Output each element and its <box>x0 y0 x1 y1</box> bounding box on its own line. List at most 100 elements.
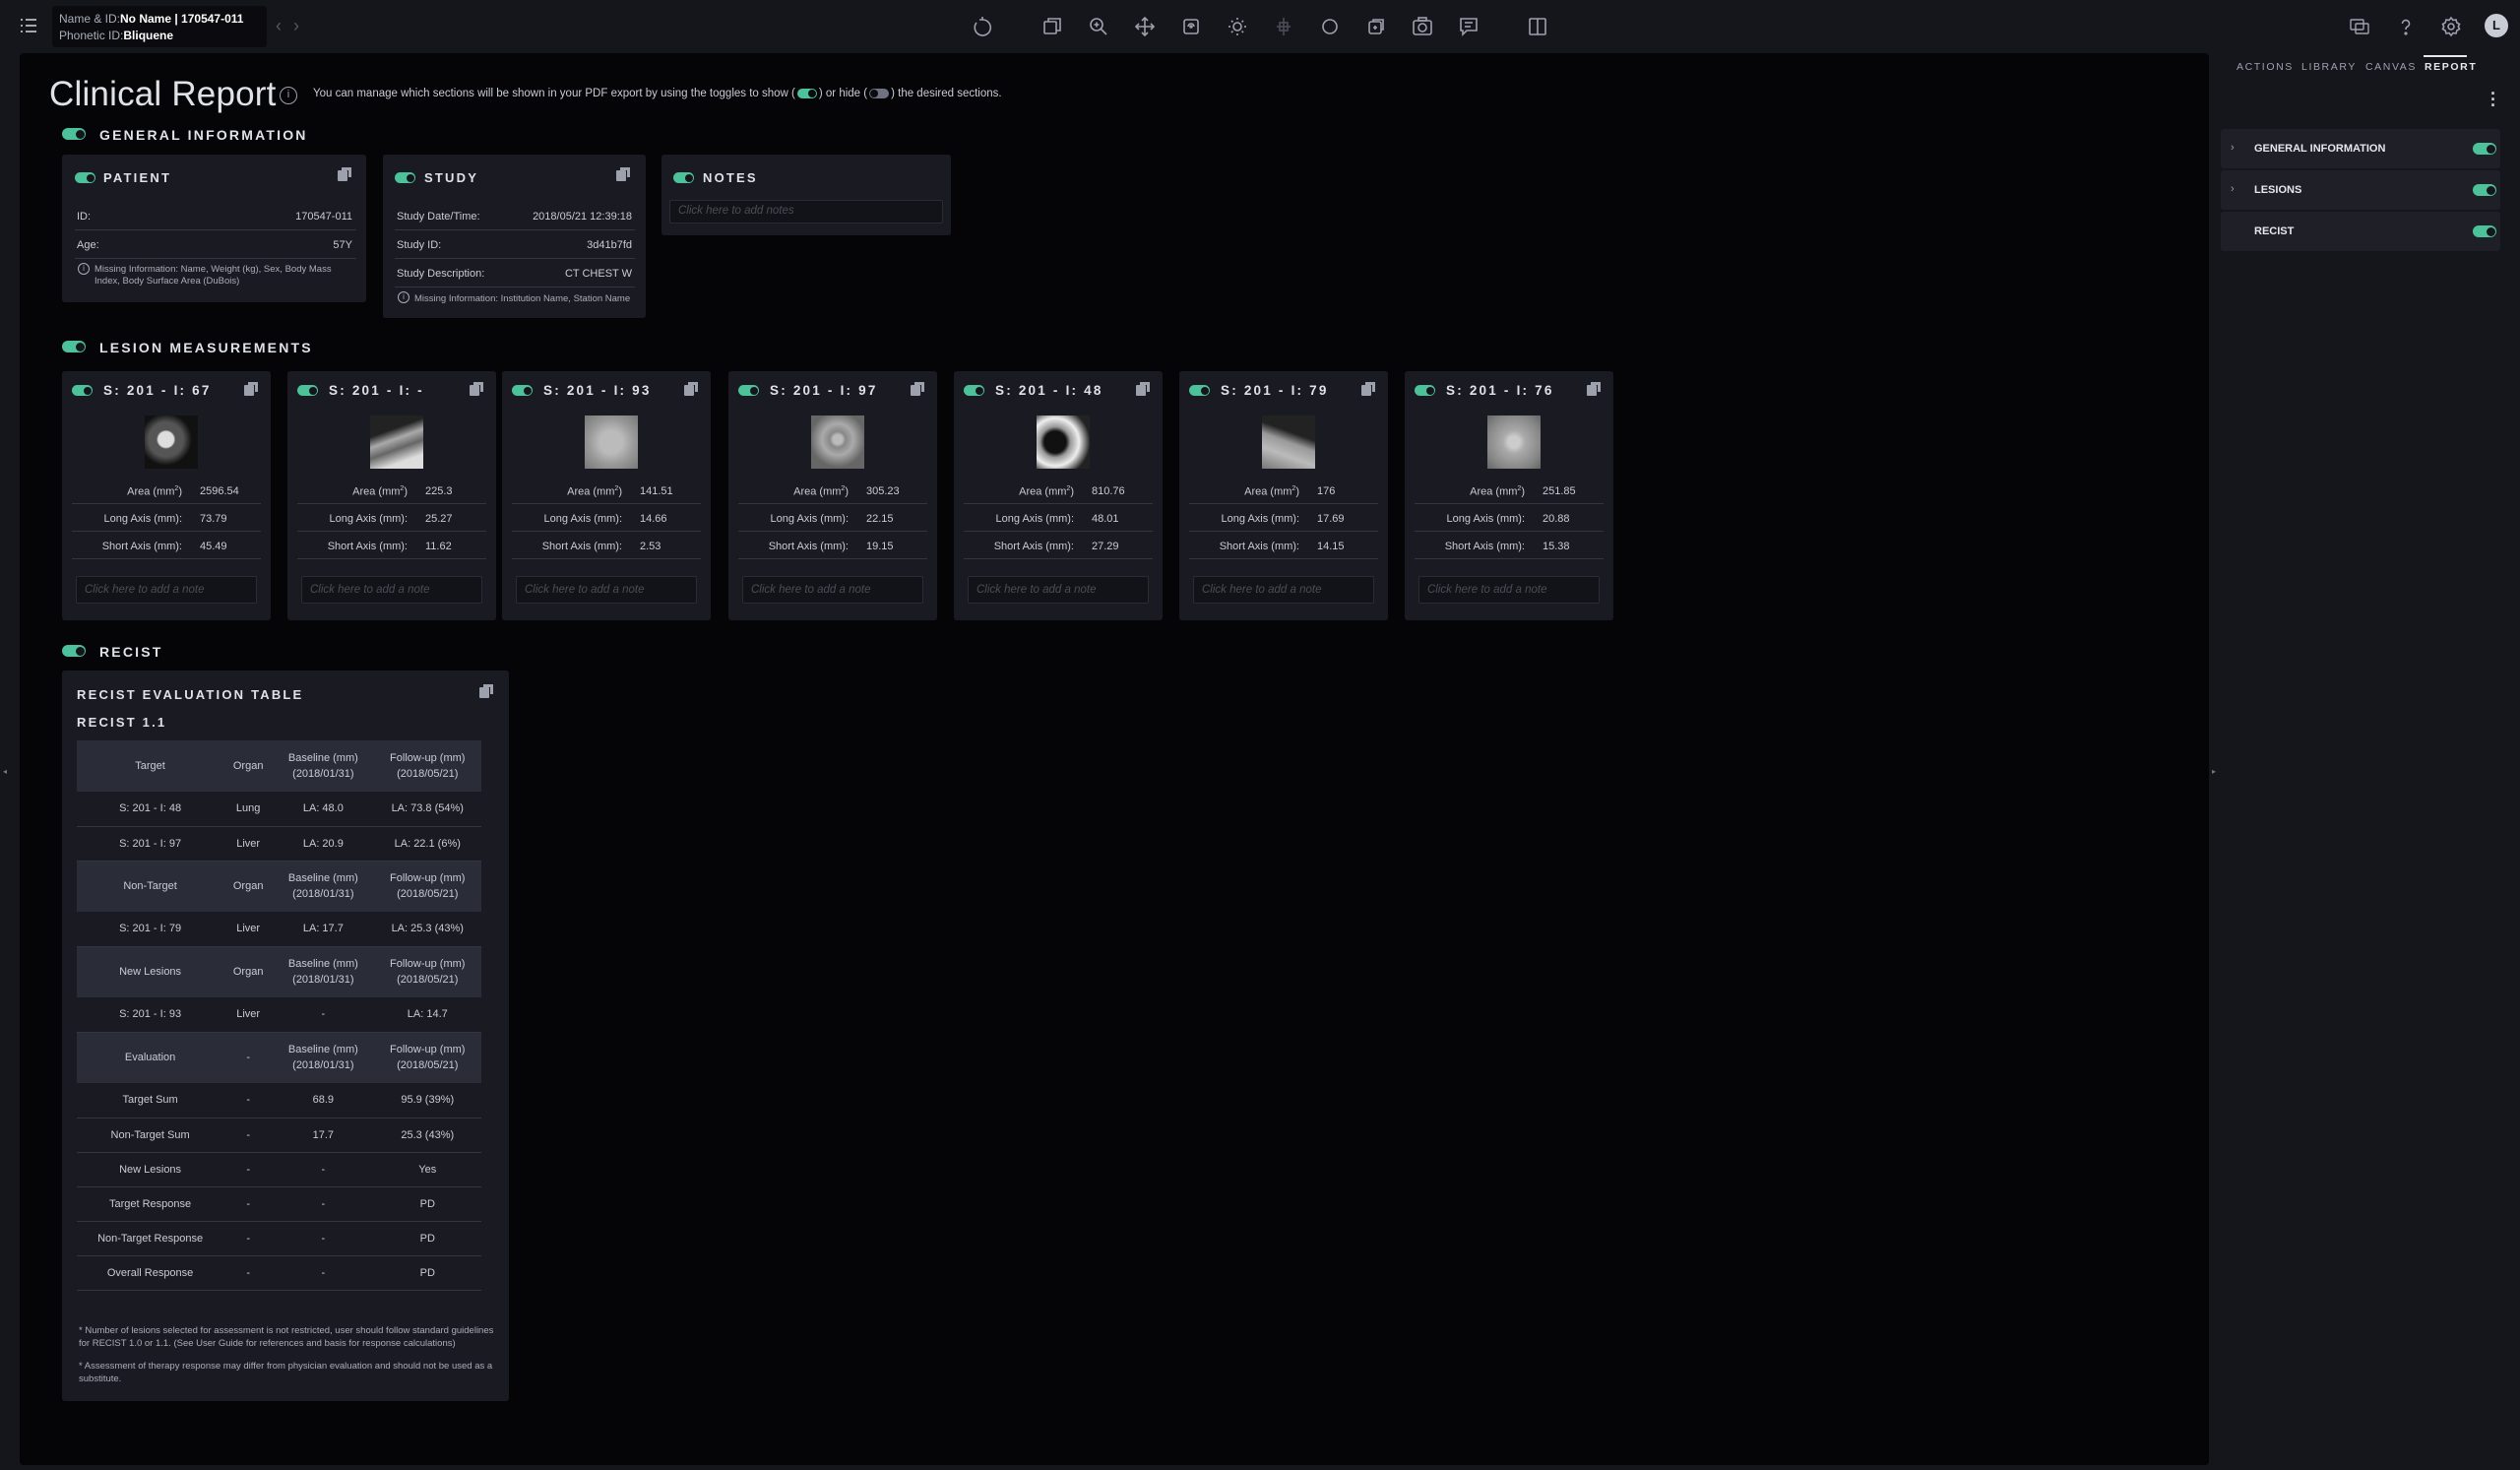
short-axis-value: 27.29 <box>1092 541 1119 552</box>
lesion-note-input[interactable]: Click here to add a note <box>1193 576 1374 604</box>
lesion-thumbnail[interactable] <box>1487 415 1541 469</box>
table-cell: Liver <box>223 826 274 862</box>
copy-icon[interactable] <box>478 683 494 699</box>
study-date-label: Study Date/Time: <box>397 211 480 223</box>
lesion-note-input[interactable]: Click here to add a note <box>742 576 923 604</box>
baseline-label: Baseline (mm) <box>287 958 358 971</box>
notes-input[interactable]: Click here to add notes <box>669 200 943 224</box>
table-cell: PD <box>373 1221 481 1256</box>
divider <box>75 229 356 230</box>
reset-icon[interactable] <box>971 15 994 38</box>
notes-toggle[interactable] <box>673 172 694 183</box>
lesion-toggle[interactable] <box>738 385 759 396</box>
link-icon[interactable] <box>1364 15 1388 38</box>
long-axis-label: Long Axis (mm): <box>543 513 622 525</box>
general-info-toggle[interactable] <box>62 128 86 140</box>
recist-toggle[interactable] <box>62 645 86 657</box>
followup-label: Follow-up (mm) <box>390 752 466 764</box>
tab-library[interactable]: LIBRARY <box>2301 61 2357 73</box>
pan-icon[interactable] <box>1133 15 1157 38</box>
copy-icon[interactable] <box>683 381 699 397</box>
rp-recist-toggle[interactable] <box>2473 225 2496 237</box>
lesion-note-input[interactable]: Click here to add a note <box>76 576 257 604</box>
table-cell: LA: 20.9 <box>273 826 374 862</box>
lesion-toggle[interactable] <box>1189 385 1210 396</box>
lesion-note-input[interactable]: Click here to add a note <box>516 576 697 604</box>
copy-icon[interactable] <box>337 166 352 182</box>
lesion-note-input[interactable]: Click here to add a note <box>301 576 482 604</box>
right-panel-handle[interactable]: ▸ <box>2209 53 2223 1465</box>
copy-icon[interactable] <box>1586 381 1602 397</box>
comment-icon[interactable] <box>1457 15 1480 38</box>
study-date-value: 2018/05/21 12:39:18 <box>533 211 632 223</box>
ellipse-icon[interactable] <box>1318 15 1342 38</box>
lesion-toggle[interactable] <box>512 385 533 396</box>
table-cell: S: 201 - I: 97 <box>77 826 224 862</box>
lesion-thumbnail[interactable] <box>585 415 638 469</box>
rp-general-info-toggle[interactable] <box>2473 143 2496 155</box>
table-cell: 17.7 <box>273 1118 374 1153</box>
menu-icon[interactable] <box>18 15 39 36</box>
baseline-label: Baseline (mm) <box>287 752 358 764</box>
settings-icon[interactable] <box>2439 15 2463 38</box>
lesion-toggle[interactable] <box>1415 385 1435 396</box>
left-panel-handle[interactable]: ◂ <box>0 53 14 1465</box>
lesion-toggle[interactable] <box>72 385 93 396</box>
patient-toggle[interactable] <box>75 172 95 183</box>
tab-actions[interactable]: ACTIONS <box>2236 61 2294 73</box>
more-options-icon[interactable]: · · · <box>2490 85 2498 114</box>
long-axis-value: 14.66 <box>640 513 667 525</box>
tab-report[interactable]: REPORT <box>2425 61 2477 73</box>
info-icon[interactable]: i <box>280 87 297 104</box>
lesion-thumbnail[interactable] <box>1037 415 1090 469</box>
brightness-icon[interactable] <box>1226 15 1249 38</box>
user-avatar[interactable]: L <box>2485 14 2508 37</box>
lesion-thumbnail[interactable] <box>145 415 198 469</box>
chevron-right-icon[interactable]: › <box>293 16 311 36</box>
lesion-note-input[interactable]: Click here to add a note <box>1418 576 1600 604</box>
camera-icon[interactable] <box>1411 15 1434 38</box>
study-desc-label: Study Description: <box>397 268 485 280</box>
lesion-toggle[interactable] <box>297 385 318 396</box>
lesion-thumbnail[interactable] <box>1262 415 1315 469</box>
table-cell: LA: 48.0 <box>273 792 374 827</box>
layers-icon[interactable] <box>1040 15 1064 38</box>
table-header-row: New Lesions Organ Baseline (mm) (2018/01/31… <box>77 946 481 997</box>
table-cell: Non-Target Response <box>77 1221 224 1256</box>
long-axis-value: 73.79 <box>200 513 227 525</box>
chat-icon[interactable] <box>2348 15 2371 38</box>
crosshair-icon[interactable] <box>1272 15 1295 38</box>
lesion-area-row: Area (mm2) 305.23 <box>738 477 927 504</box>
rotate-icon[interactable] <box>1179 15 1203 38</box>
zoom-icon[interactable] <box>1087 15 1110 38</box>
rp-lesions-toggle[interactable] <box>2473 184 2496 196</box>
header-cell: Baseline (mm) (2018/01/31) <box>273 1032 374 1083</box>
help-icon[interactable] <box>2394 15 2418 38</box>
lesion-thumbnail[interactable] <box>370 415 423 469</box>
lesion-note-input[interactable]: Click here to add a note <box>968 576 1149 604</box>
page-title: Clinical Report <box>49 75 277 113</box>
table-header-row: Evaluation - Baseline (mm) (2018/01/31) Foll… <box>77 1032 481 1083</box>
copy-icon[interactable] <box>469 381 484 397</box>
lesion-thumbnail[interactable] <box>811 415 864 469</box>
copy-icon[interactable] <box>615 166 631 182</box>
copy-icon[interactable] <box>243 381 259 397</box>
copy-icon[interactable] <box>1135 381 1151 397</box>
copy-icon[interactable] <box>910 381 925 397</box>
rp-item-recist[interactable]: RECIST <box>2221 212 2500 251</box>
copy-icon[interactable] <box>1360 381 1376 397</box>
rp-item-lesions[interactable]: › LESIONS <box>2221 170 2500 210</box>
tab-canvas[interactable]: CANVAS <box>2365 61 2417 73</box>
rp-item-general-info[interactable]: › GENERAL INFORMATION <box>2221 129 2500 168</box>
layout-icon[interactable] <box>1526 15 1549 38</box>
chevron-left-icon[interactable]: ‹ <box>276 16 293 36</box>
lesion-card: S: 201 - I: 76 Area (mm2) 251.85 Long Axis … <box>1405 371 1613 620</box>
table-cell: Yes <box>373 1152 481 1187</box>
lesions-toggle[interactable] <box>62 341 86 352</box>
divider <box>395 258 635 259</box>
table-cell: - <box>273 1221 374 1256</box>
lesion-toggle[interactable] <box>964 385 984 396</box>
lesion-area-row: Area (mm2) 2596.54 <box>72 477 261 504</box>
patient-info-box[interactable]: Name & ID:No Name | 170547-011 Phonetic … <box>52 6 267 47</box>
study-toggle[interactable] <box>395 172 415 183</box>
